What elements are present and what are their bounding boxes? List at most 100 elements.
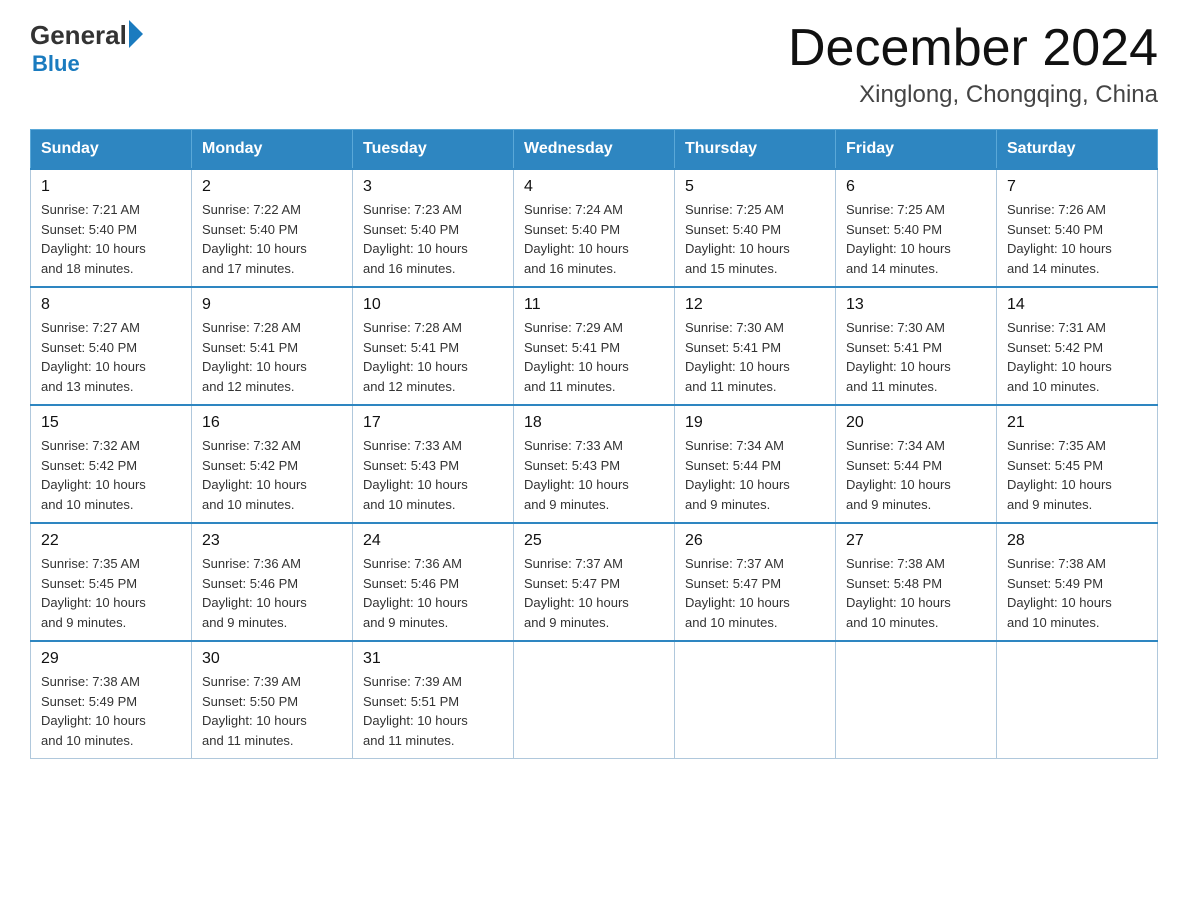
table-row: 9 Sunrise: 7:28 AMSunset: 5:41 PMDaylight… <box>192 287 353 405</box>
day-info: Sunrise: 7:23 AMSunset: 5:40 PMDaylight:… <box>363 200 503 278</box>
day-number: 1 <box>41 178 181 196</box>
day-number: 29 <box>41 650 181 668</box>
day-number: 14 <box>1007 296 1147 314</box>
day-info: Sunrise: 7:30 AMSunset: 5:41 PMDaylight:… <box>685 318 825 396</box>
day-number: 16 <box>202 414 342 432</box>
day-number: 19 <box>685 414 825 432</box>
day-number: 10 <box>363 296 503 314</box>
table-row: 4 Sunrise: 7:24 AMSunset: 5:40 PMDaylight… <box>514 169 675 287</box>
table-row: 30 Sunrise: 7:39 AMSunset: 5:50 PMDayligh… <box>192 641 353 759</box>
day-number: 4 <box>524 178 664 196</box>
table-row: 27Sunrise: 7:38 AMSunset: 5:48 PMDayligh… <box>836 523 997 641</box>
table-row <box>675 641 836 759</box>
col-monday: Monday <box>192 130 353 170</box>
table-row: 29 Sunrise: 7:38 AMSunset: 5:49 PMDayligh… <box>31 641 192 759</box>
calendar-week-row: 15 Sunrise: 7:32 AMSunset: 5:42 PMDayligh… <box>31 405 1158 523</box>
col-sunday: Sunday <box>31 130 192 170</box>
table-row: 12 Sunrise: 7:30 AMSunset: 5:41 PMDayligh… <box>675 287 836 405</box>
day-info: Sunrise: 7:35 AMSunset: 5:45 PMDaylight:… <box>41 554 181 632</box>
table-row: 19Sunrise: 7:34 AMSunset: 5:44 PMDayligh… <box>675 405 836 523</box>
table-row: 8 Sunrise: 7:27 AMSunset: 5:40 PMDaylight… <box>31 287 192 405</box>
table-row <box>514 641 675 759</box>
day-number: 30 <box>202 650 342 668</box>
table-row: 15 Sunrise: 7:32 AMSunset: 5:42 PMDayligh… <box>31 405 192 523</box>
table-row <box>836 641 997 759</box>
calendar-week-row: 8 Sunrise: 7:27 AMSunset: 5:40 PMDaylight… <box>31 287 1158 405</box>
day-info: Sunrise: 7:38 AMSunset: 5:49 PMDaylight:… <box>1007 554 1147 632</box>
table-row: 28 Sunrise: 7:38 AMSunset: 5:49 PMDayligh… <box>997 523 1158 641</box>
calendar-table: Sunday Monday Tuesday Wednesday Thursday… <box>30 129 1158 759</box>
table-row: 7 Sunrise: 7:26 AMSunset: 5:40 PMDaylight… <box>997 169 1158 287</box>
table-row: 26 Sunrise: 7:37 AMSunset: 5:47 PMDayligh… <box>675 523 836 641</box>
day-number: 3 <box>363 178 503 196</box>
table-row: 22 Sunrise: 7:35 AMSunset: 5:45 PMDayligh… <box>31 523 192 641</box>
calendar-week-row: 22 Sunrise: 7:35 AMSunset: 5:45 PMDayligh… <box>31 523 1158 641</box>
table-row: 13 Sunrise: 7:30 AMSunset: 5:41 PMDayligh… <box>836 287 997 405</box>
day-info: Sunrise: 7:34 AMSunset: 5:44 PMDaylight:… <box>846 436 986 514</box>
table-row: 18Sunrise: 7:33 AMSunset: 5:43 PMDayligh… <box>514 405 675 523</box>
day-info: Sunrise: 7:29 AMSunset: 5:41 PMDaylight:… <box>524 318 664 396</box>
day-info: Sunrise: 7:39 AMSunset: 5:50 PMDaylight:… <box>202 672 342 750</box>
day-number: 8 <box>41 296 181 314</box>
day-info: Sunrise: 7:31 AMSunset: 5:42 PMDaylight:… <box>1007 318 1147 396</box>
day-number: 25 <box>524 532 664 550</box>
day-info: Sunrise: 7:28 AMSunset: 5:41 PMDaylight:… <box>202 318 342 396</box>
table-row: 6Sunrise: 7:25 AMSunset: 5:40 PMDaylight… <box>836 169 997 287</box>
header: General Blue December 2024 Xinglong, Cho… <box>30 20 1158 109</box>
table-row: 16Sunrise: 7:32 AMSunset: 5:42 PMDayligh… <box>192 405 353 523</box>
day-number: 24 <box>363 532 503 550</box>
day-number: 20 <box>846 414 986 432</box>
table-row: 11 Sunrise: 7:29 AMSunset: 5:41 PMDayligh… <box>514 287 675 405</box>
day-info: Sunrise: 7:33 AMSunset: 5:43 PMDaylight:… <box>363 436 503 514</box>
day-info: Sunrise: 7:32 AMSunset: 5:42 PMDaylight:… <box>41 436 181 514</box>
table-row: 31Sunrise: 7:39 AMSunset: 5:51 PMDayligh… <box>353 641 514 759</box>
location-title: Xinglong, Chongqing, China <box>788 81 1158 109</box>
day-number: 15 <box>41 414 181 432</box>
table-row: 10 Sunrise: 7:28 AMSunset: 5:41 PMDayligh… <box>353 287 514 405</box>
day-number: 9 <box>202 296 342 314</box>
day-info: Sunrise: 7:27 AMSunset: 5:40 PMDaylight:… <box>41 318 181 396</box>
table-row <box>997 641 1158 759</box>
day-info: Sunrise: 7:24 AMSunset: 5:40 PMDaylight:… <box>524 200 664 278</box>
day-number: 23 <box>202 532 342 550</box>
day-info: Sunrise: 7:39 AMSunset: 5:51 PMDaylight:… <box>363 672 503 750</box>
day-info: Sunrise: 7:28 AMSunset: 5:41 PMDaylight:… <box>363 318 503 396</box>
calendar-week-row: 29 Sunrise: 7:38 AMSunset: 5:49 PMDayligh… <box>31 641 1158 759</box>
table-row: 25Sunrise: 7:37 AMSunset: 5:47 PMDayligh… <box>514 523 675 641</box>
col-thursday: Thursday <box>675 130 836 170</box>
day-number: 17 <box>363 414 503 432</box>
day-info: Sunrise: 7:25 AMSunset: 5:40 PMDaylight:… <box>846 200 986 278</box>
month-title: December 2024 <box>788 20 1158 77</box>
day-number: 28 <box>1007 532 1147 550</box>
day-info: Sunrise: 7:36 AMSunset: 5:46 PMDaylight:… <box>202 554 342 632</box>
title-area: December 2024 Xinglong, Chongqing, China <box>788 20 1158 109</box>
day-number: 2 <box>202 178 342 196</box>
col-tuesday: Tuesday <box>353 130 514 170</box>
day-number: 11 <box>524 296 664 314</box>
day-info: Sunrise: 7:38 AMSunset: 5:49 PMDaylight:… <box>41 672 181 750</box>
day-number: 26 <box>685 532 825 550</box>
day-number: 5 <box>685 178 825 196</box>
col-friday: Friday <box>836 130 997 170</box>
day-info: Sunrise: 7:30 AMSunset: 5:41 PMDaylight:… <box>846 318 986 396</box>
table-row: 21Sunrise: 7:35 AMSunset: 5:45 PMDayligh… <box>997 405 1158 523</box>
day-number: 22 <box>41 532 181 550</box>
table-row: 14 Sunrise: 7:31 AMSunset: 5:42 PMDayligh… <box>997 287 1158 405</box>
day-info: Sunrise: 7:25 AMSunset: 5:40 PMDaylight:… <box>685 200 825 278</box>
day-number: 7 <box>1007 178 1147 196</box>
day-info: Sunrise: 7:26 AMSunset: 5:40 PMDaylight:… <box>1007 200 1147 278</box>
logo-general: General <box>30 20 127 51</box>
day-number: 18 <box>524 414 664 432</box>
day-info: Sunrise: 7:37 AMSunset: 5:47 PMDaylight:… <box>685 554 825 632</box>
logo-blue: Blue <box>32 51 143 77</box>
day-number: 12 <box>685 296 825 314</box>
table-row: 1 Sunrise: 7:21 AMSunset: 5:40 PMDaylight… <box>31 169 192 287</box>
logo: General Blue <box>30 20 143 77</box>
table-row: 3 Sunrise: 7:23 AMSunset: 5:40 PMDaylight… <box>353 169 514 287</box>
day-info: Sunrise: 7:35 AMSunset: 5:45 PMDaylight:… <box>1007 436 1147 514</box>
day-info: Sunrise: 7:21 AMSunset: 5:40 PMDaylight:… <box>41 200 181 278</box>
col-saturday: Saturday <box>997 130 1158 170</box>
calendar-header-row: Sunday Monday Tuesday Wednesday Thursday… <box>31 130 1158 170</box>
day-number: 13 <box>846 296 986 314</box>
day-number: 27 <box>846 532 986 550</box>
